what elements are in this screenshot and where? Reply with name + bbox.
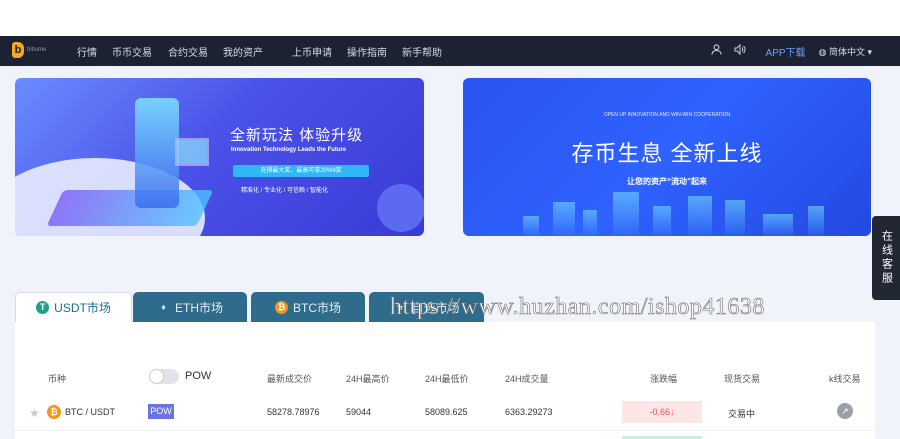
low-price: 58089.625 bbox=[425, 407, 468, 417]
banner-title: 存币生息 全新上线 bbox=[571, 141, 763, 166]
nav-item-contract-trade[interactable]: 合约交易 bbox=[168, 44, 208, 59]
app-download-link[interactable]: APP下载 bbox=[766, 44, 806, 59]
pair-name[interactable]: BTC / USDT bbox=[65, 407, 115, 417]
banner-subtitle: Innovation Technology Leads the Future bbox=[231, 147, 347, 153]
top-navbar: b bitlume 行情 币币交易 合约交易 我的资产 上币申请 操作指南 新手… bbox=[0, 36, 900, 66]
watermark-url: https://www.huzhan.com/ishop41638 bbox=[390, 294, 765, 321]
last-price: 58278.78976 bbox=[267, 407, 320, 417]
nav-item-my-assets[interactable]: 我的资产 bbox=[223, 44, 263, 59]
banner-city-illustration bbox=[463, 186, 871, 236]
nav-item-market[interactable]: 行情 bbox=[77, 44, 97, 59]
header-24h-volume: 24H成交量 bbox=[505, 374, 549, 384]
nav-item-newbie-help[interactable]: 新手帮助 bbox=[402, 44, 442, 59]
header-24h-low: 24H最低价 bbox=[425, 374, 469, 384]
header-spot-trade: 现货交易 bbox=[724, 374, 761, 384]
banner-promo-pill: 充得最大奖，最高可拿20%9奖 bbox=[233, 165, 369, 177]
header-last-price: 最新成交价 bbox=[267, 374, 313, 384]
language-label: 简体中文 bbox=[828, 46, 865, 57]
banner-tags: 精准化 / 专业化 / 可信赖 / 智能化 bbox=[241, 188, 329, 194]
nav-item-guide[interactable]: 操作指南 bbox=[347, 44, 387, 59]
top-blank-strip bbox=[0, 0, 900, 36]
tab-eth-market[interactable]: ♦ ETH市场 bbox=[133, 292, 247, 322]
header-24h-high: 24H最高价 bbox=[346, 374, 390, 384]
globe-icon: ◍ bbox=[818, 46, 827, 57]
nav-right: APP下载 ◍ 简体中文 ▾ bbox=[710, 36, 872, 66]
speaker-icon[interactable] bbox=[734, 43, 746, 58]
toggle-knob bbox=[150, 370, 163, 383]
tab-label: ETH市场 bbox=[174, 300, 223, 315]
online-customer-service[interactable]: 在线客服 bbox=[872, 216, 900, 300]
banner-savings[interactable]: OPEN UP INNOVATION AND WIN-WIN COOPERATI… bbox=[463, 78, 871, 236]
banner-illustration-chart bbox=[175, 138, 209, 166]
user-icon[interactable] bbox=[710, 44, 722, 58]
caret-down-icon: ▾ bbox=[867, 46, 872, 57]
usdt-icon: T bbox=[36, 301, 50, 314]
customer-service-label: 在线客服 bbox=[880, 230, 893, 286]
tab-label: USDT市场 bbox=[54, 301, 111, 315]
language-selector[interactable]: ◍ 简体中文 ▾ bbox=[819, 45, 872, 58]
favorite-star-icon[interactable]: ★ bbox=[29, 406, 40, 420]
logo-icon: b bbox=[12, 42, 24, 58]
change-badge: -0.66↓ bbox=[622, 401, 702, 423]
logo-text: bitlume bbox=[27, 47, 47, 53]
header-change: 涨跌幅 bbox=[650, 374, 678, 384]
header-kline-trade: k线交易 bbox=[829, 374, 861, 384]
banner-illustration-tower bbox=[135, 98, 179, 208]
main-nav: 行情 币币交易 合约交易 我的资产 上币申请 操作指南 新手帮助 bbox=[77, 36, 442, 66]
header-coin: 币种 bbox=[48, 374, 67, 384]
banner-top-text: OPEN UP INNOVATION AND WIN-WIN COOPERATI… bbox=[603, 112, 731, 118]
tab-btc-market[interactable]: ₿ BTC市场 bbox=[251, 292, 365, 322]
tab-usdt-market[interactable]: T USDT市场 bbox=[15, 292, 132, 322]
table-row[interactable]: ★ ₿ BTC / USDT POW 58278.78976 59044 580… bbox=[15, 398, 875, 428]
nav-item-spot-trade[interactable]: 币币交易 bbox=[112, 44, 152, 59]
nav-item-listing-apply[interactable]: 上币申请 bbox=[292, 44, 332, 59]
kline-chart-icon[interactable]: ↗ bbox=[837, 403, 853, 419]
tab-label: BTC市场 bbox=[292, 300, 341, 315]
row-divider bbox=[15, 430, 875, 431]
banner-new-gameplay[interactable]: 全新玩法 体验升级 Innovation Technology Leads th… bbox=[15, 78, 424, 236]
high-price: 59044 bbox=[346, 407, 372, 417]
logo[interactable]: b bitlume bbox=[12, 42, 46, 58]
pow-toggle[interactable] bbox=[149, 369, 179, 384]
banner-title: 全新玩法 体验升级 bbox=[230, 127, 364, 144]
market-table: 币种 POW 最新成交价 24H最高价 24H最低价 24H成交量 涨跌幅 现货… bbox=[15, 322, 875, 439]
pow-badge: POW bbox=[148, 404, 174, 419]
banner-illustration-platform bbox=[46, 190, 214, 226]
trade-status[interactable]: 交易中 bbox=[728, 407, 755, 420]
banner-decor-circle bbox=[377, 184, 424, 232]
pow-toggle-label: POW bbox=[185, 370, 212, 382]
volume: 6363.29273 bbox=[505, 407, 553, 417]
eth-icon: ♦ bbox=[161, 301, 166, 312]
btc-icon: ₿ bbox=[274, 300, 288, 314]
btc-coin-icon: ₿ bbox=[47, 405, 61, 419]
